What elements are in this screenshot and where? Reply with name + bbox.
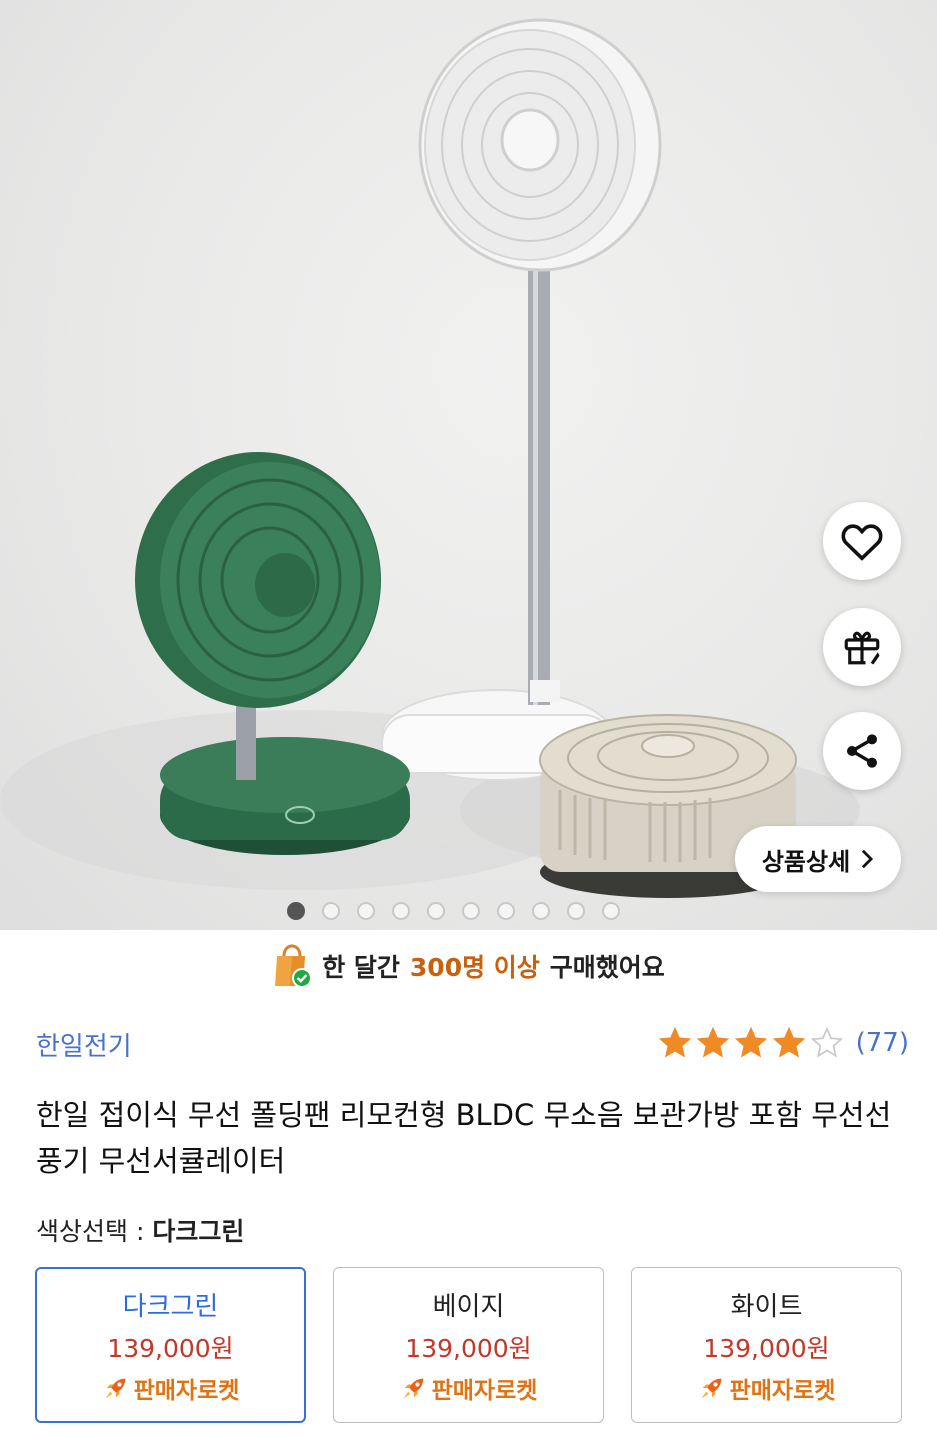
product-detail-button[interactable]: 상품상세 xyxy=(735,826,901,892)
carousel-dot[interactable] xyxy=(567,902,585,920)
option-price: 139,000원 xyxy=(405,1333,532,1363)
banner-prefix: 한 달간 xyxy=(322,953,400,982)
review-count: (77) xyxy=(855,1028,909,1058)
color-option-list: 다크그린 139,000원판매자로켓 베이지 139,000원판매자로켓 화이트 139,… xyxy=(35,1267,902,1423)
chevron-right-icon xyxy=(862,849,874,869)
rocket-badge: 판매자로켓 xyxy=(102,1371,240,1405)
carousel-dot[interactable] xyxy=(357,902,375,920)
option-label: 색상선택 : 다크그린 xyxy=(36,1212,244,1248)
option-price: 139,000원 xyxy=(703,1333,830,1363)
star-filled-icon xyxy=(734,1026,767,1058)
color-option-card[interactable]: 다크그린 139,000원판매자로켓 xyxy=(35,1267,306,1423)
gift-button[interactable] xyxy=(823,608,901,686)
carousel-dot[interactable] xyxy=(322,902,340,920)
carousel-dot[interactable] xyxy=(497,902,515,920)
carousel-dot[interactable] xyxy=(462,902,480,920)
rocket-badge-label: 판매자로켓 xyxy=(133,1377,240,1404)
option-label-text: 색상선택 : xyxy=(36,1217,153,1246)
purchase-count-banner: 한 달간 300명 이상 구매했어요 xyxy=(0,935,937,997)
share-button[interactable] xyxy=(823,712,901,790)
product-title: 한일 접이식 무선 폴딩팬 리모컨형 BLDC 무소음 보관가방 포함 무선선풍… xyxy=(36,1098,892,1178)
color-option-card[interactable]: 화이트 139,000원판매자로켓 xyxy=(631,1267,902,1423)
carousel-pagination xyxy=(0,902,937,922)
heart-icon xyxy=(841,524,883,561)
rocket-icon xyxy=(105,1378,125,1398)
option-selected-value: 다크그린 xyxy=(152,1217,245,1246)
option-name: 베이지 xyxy=(432,1291,505,1322)
brand-link[interactable]: 한일전기 xyxy=(36,1026,132,1063)
star-filled-icon xyxy=(658,1026,691,1058)
color-option-card[interactable]: 베이지 139,000원판매자로켓 xyxy=(333,1267,604,1423)
rocket-badge: 판매자로켓 xyxy=(400,1371,538,1405)
option-price: 139,000원 xyxy=(107,1333,234,1363)
carousel-dot[interactable] xyxy=(427,902,445,920)
banner-highlight: 300명 이상 xyxy=(409,953,540,982)
carousel-dot[interactable] xyxy=(287,902,305,920)
star-empty-icon xyxy=(810,1026,843,1058)
banner-suffix: 구매했어요 xyxy=(549,953,665,982)
carousel-dot[interactable] xyxy=(602,902,620,920)
carousel-dot[interactable] xyxy=(532,902,550,920)
wishlist-button[interactable] xyxy=(823,502,901,580)
rocket-badge-label: 판매자로켓 xyxy=(431,1377,538,1404)
star-filled-icon xyxy=(772,1026,805,1058)
carousel-dot[interactable] xyxy=(392,902,410,920)
share-icon xyxy=(847,734,877,768)
shopping-bag-check-icon xyxy=(275,944,313,988)
star-filled-icon xyxy=(696,1026,729,1058)
rocket-badge-label: 판매자로켓 xyxy=(729,1377,836,1404)
rocket-icon xyxy=(403,1378,423,1398)
rocket-badge: 판매자로켓 xyxy=(698,1371,836,1405)
rating-summary[interactable]: (77) xyxy=(658,1026,909,1060)
option-name: 화이트 xyxy=(730,1291,803,1322)
rocket-icon xyxy=(701,1378,721,1398)
product-image-carousel[interactable]: 상품상세 xyxy=(0,0,937,930)
gift-icon xyxy=(844,631,880,665)
product-detail-label: 상품상세 xyxy=(761,847,851,876)
option-name: 다크그린 xyxy=(122,1291,219,1322)
product-photo xyxy=(0,18,860,898)
